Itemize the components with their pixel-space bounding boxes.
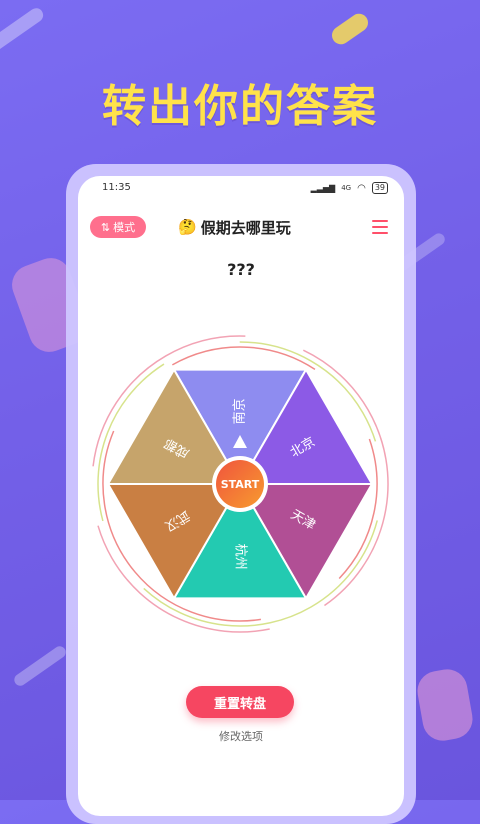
background-streak: [11, 643, 69, 689]
start-label[interactable]: START: [221, 478, 260, 491]
edit-options-link[interactable]: 修改选项: [78, 728, 404, 744]
app-screen: 11:35 ▂▃▅▇ 4G ◠ 39 ⇅ 模式 🤔 假期去哪里玩 ??? 南京北…: [78, 176, 404, 816]
background-streak: [0, 5, 46, 69]
reset-wheel-button[interactable]: 重置转盘: [186, 686, 294, 718]
background-streak: [414, 666, 476, 744]
wheel-segment-label: 杭州: [233, 544, 248, 570]
background-streak: [328, 10, 372, 48]
headline: 转出你的答案: [102, 81, 378, 132]
wheel: 南京北京天津杭州武汉成都 START: [91, 335, 389, 633]
wheel-segment-label: 南京: [232, 398, 248, 424]
